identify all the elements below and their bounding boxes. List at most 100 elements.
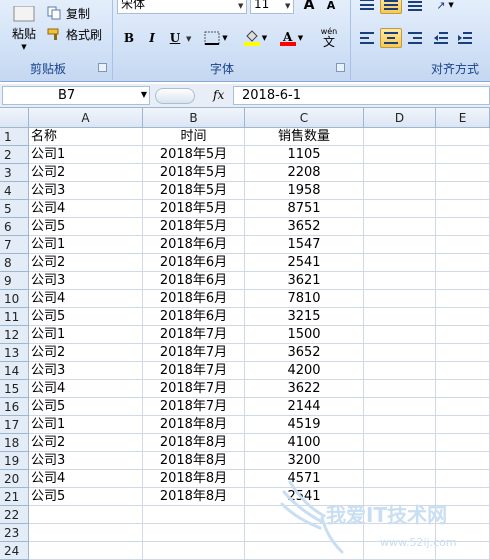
table-cell[interactable] bbox=[364, 254, 436, 272]
row-header[interactable]: 17 bbox=[0, 416, 29, 434]
row-header[interactable]: 6 bbox=[0, 218, 29, 236]
table-cell[interactable]: 公司2 bbox=[29, 164, 143, 182]
table-cell[interactable]: 名称 bbox=[29, 128, 143, 146]
phonetic-guide-button[interactable]: wén 文 bbox=[311, 27, 347, 49]
italic-button[interactable]: I bbox=[142, 28, 162, 48]
row-header[interactable]: 12 bbox=[0, 326, 29, 344]
table-cell[interactable]: 2018年7月 bbox=[143, 344, 245, 362]
column-header-c[interactable]: C bbox=[245, 108, 364, 128]
table-cell[interactable]: 1105 bbox=[245, 146, 364, 164]
row-header[interactable]: 8 bbox=[0, 254, 29, 272]
align-left-button[interactable] bbox=[356, 28, 378, 48]
column-header-b[interactable]: B bbox=[143, 108, 245, 128]
table-cell[interactable] bbox=[436, 344, 490, 362]
name-box-dropdown-icon[interactable]: ▼ bbox=[141, 90, 147, 99]
column-header-a[interactable]: A bbox=[29, 108, 143, 128]
table-cell[interactable] bbox=[364, 344, 436, 362]
table-cell[interactable]: 3652 bbox=[245, 344, 364, 362]
table-cell[interactable]: 1500 bbox=[245, 326, 364, 344]
table-cell[interactable] bbox=[436, 362, 490, 380]
row-header[interactable]: 15 bbox=[0, 380, 29, 398]
row-header[interactable]: 22 bbox=[0, 506, 29, 524]
table-cell[interactable]: 2018年5月 bbox=[143, 200, 245, 218]
table-cell[interactable]: 2208 bbox=[245, 164, 364, 182]
table-cell[interactable] bbox=[436, 452, 490, 470]
table-cell[interactable] bbox=[436, 416, 490, 434]
table-cell[interactable]: 公司3 bbox=[29, 362, 143, 380]
align-middle-button[interactable] bbox=[380, 0, 402, 14]
row-header[interactable]: 13 bbox=[0, 344, 29, 362]
table-cell[interactable]: 1547 bbox=[245, 236, 364, 254]
table-cell[interactable] bbox=[364, 200, 436, 218]
table-cell[interactable] bbox=[436, 236, 490, 254]
table-cell[interactable]: 2018年8月 bbox=[143, 416, 245, 434]
table-cell[interactable]: 公司1 bbox=[29, 416, 143, 434]
table-cell[interactable] bbox=[436, 128, 490, 146]
fill-color-button[interactable]: ▼ bbox=[238, 28, 272, 48]
align-center-button[interactable] bbox=[380, 28, 402, 48]
table-cell[interactable]: 2018年5月 bbox=[143, 218, 245, 236]
table-cell[interactable] bbox=[29, 524, 143, 542]
formula-bar-splitter[interactable] bbox=[155, 88, 195, 104]
copy-button[interactable]: 复制 bbox=[46, 4, 108, 22]
table-cell[interactable]: 2018年6月 bbox=[143, 308, 245, 326]
table-cell[interactable]: 公司4 bbox=[29, 200, 143, 218]
table-cell[interactable]: 8751 bbox=[245, 200, 364, 218]
table-cell[interactable]: 2018年6月 bbox=[143, 272, 245, 290]
borders-button[interactable]: ▼ bbox=[201, 28, 231, 48]
table-cell[interactable] bbox=[364, 326, 436, 344]
table-cell[interactable]: 时间 bbox=[143, 128, 245, 146]
underline-dropdown-icon[interactable]: ▼ bbox=[186, 35, 191, 43]
table-cell[interactable] bbox=[364, 182, 436, 200]
align-bottom-button[interactable] bbox=[404, 0, 426, 14]
table-cell[interactable] bbox=[436, 308, 490, 326]
table-cell[interactable]: 4100 bbox=[245, 434, 364, 452]
table-cell[interactable] bbox=[364, 290, 436, 308]
table-cell[interactable] bbox=[29, 542, 143, 560]
table-cell[interactable]: 3652 bbox=[245, 218, 364, 236]
underline-button[interactable]: U bbox=[165, 28, 185, 48]
table-cell[interactable] bbox=[436, 182, 490, 200]
table-cell[interactable]: 2018年5月 bbox=[143, 164, 245, 182]
table-cell[interactable]: 公司3 bbox=[29, 452, 143, 470]
align-right-button[interactable] bbox=[404, 28, 426, 48]
table-cell[interactable] bbox=[436, 164, 490, 182]
row-header[interactable]: 16 bbox=[0, 398, 29, 416]
table-cell[interactable]: 2541 bbox=[245, 254, 364, 272]
table-cell[interactable]: 公司1 bbox=[29, 146, 143, 164]
table-cell[interactable] bbox=[436, 326, 490, 344]
table-cell[interactable] bbox=[436, 218, 490, 236]
table-cell[interactable]: 公司5 bbox=[29, 308, 143, 326]
table-cell[interactable]: 3622 bbox=[245, 380, 364, 398]
row-header[interactable]: 4 bbox=[0, 182, 29, 200]
table-cell[interactable]: 7810 bbox=[245, 290, 364, 308]
table-cell[interactable]: 2144 bbox=[245, 398, 364, 416]
table-cell[interactable]: 公司4 bbox=[29, 290, 143, 308]
font-name-select[interactable]: 宋体 bbox=[117, 0, 247, 14]
table-cell[interactable]: 公司5 bbox=[29, 488, 143, 506]
row-header[interactable]: 5 bbox=[0, 200, 29, 218]
row-header[interactable]: 18 bbox=[0, 434, 29, 452]
table-cell[interactable]: 公司4 bbox=[29, 470, 143, 488]
table-cell[interactable]: 公司1 bbox=[29, 236, 143, 254]
table-cell[interactable] bbox=[364, 398, 436, 416]
table-cell[interactable]: 2018年8月 bbox=[143, 470, 245, 488]
row-header[interactable]: 23 bbox=[0, 524, 29, 542]
name-box[interactable]: B7 ▼ bbox=[2, 86, 150, 105]
table-cell[interactable] bbox=[436, 146, 490, 164]
align-top-button[interactable] bbox=[356, 0, 378, 14]
column-header-d[interactable]: D bbox=[364, 108, 436, 128]
increase-indent-button[interactable] bbox=[454, 28, 476, 48]
fx-icon[interactable]: fx bbox=[213, 88, 224, 102]
table-cell[interactable] bbox=[436, 380, 490, 398]
table-cell[interactable]: 4200 bbox=[245, 362, 364, 380]
table-cell[interactable]: 2018年8月 bbox=[143, 452, 245, 470]
table-cell[interactable] bbox=[436, 254, 490, 272]
font-color-button[interactable]: A ▼ bbox=[274, 28, 308, 48]
table-cell[interactable]: 公司5 bbox=[29, 218, 143, 236]
table-cell[interactable] bbox=[364, 362, 436, 380]
table-cell[interactable] bbox=[364, 416, 436, 434]
orientation-button[interactable]: ↗ ▼ bbox=[428, 0, 462, 14]
bold-button[interactable]: B bbox=[119, 28, 139, 48]
decrease-indent-button[interactable] bbox=[430, 28, 452, 48]
